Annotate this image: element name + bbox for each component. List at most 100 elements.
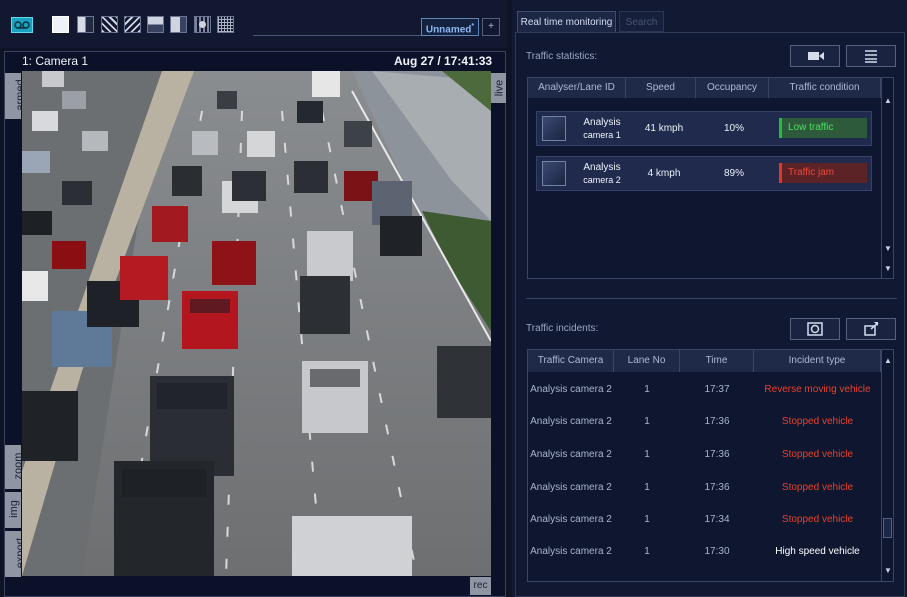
export-tab[interactable]: export (5, 531, 26, 577)
traffic-statistics-title: Traffic statistics: (526, 51, 598, 62)
snapshot-icon (807, 322, 823, 336)
img-tab-label: img (7, 500, 20, 518)
scroll-thumb[interactable] (883, 518, 892, 538)
statistics-row[interactable]: Analysis camera 1 41 kmph 10% Low traffic (536, 111, 872, 146)
analyser-name-line1: Analysis (583, 117, 621, 128)
layout-1plus7-button[interactable] (170, 16, 187, 33)
incident-row[interactable]: Analysis camera 2 1 17:36 Stopped vehicl… (528, 406, 878, 438)
video-camera-icon (808, 52, 824, 60)
incident-camera: Analysis camera 2 (530, 514, 612, 525)
incident-camera: Analysis camera 2 (530, 449, 612, 460)
export-button[interactable] (846, 318, 896, 340)
incident-camera: Analysis camera 2 (530, 416, 612, 427)
toolbar-divider (253, 35, 421, 36)
camera-title: 1: Camera 1 (22, 54, 89, 68)
layout-center-button[interactable] (194, 16, 211, 33)
incident-time: 17:36 (704, 416, 730, 427)
rec-tab[interactable]: rec (470, 577, 491, 595)
incident-lane: 1 (644, 546, 650, 557)
layout-name-tab[interactable]: Unnamed* (421, 18, 479, 36)
incident-type: Stopped vehicle (781, 449, 854, 460)
incident-camera: Analysis camera 2 (530, 482, 612, 493)
list-view-button[interactable] (846, 45, 896, 67)
section-divider (526, 298, 897, 299)
incident-lane: 1 (644, 514, 650, 525)
layout-grid-button[interactable] (217, 16, 234, 33)
traffic-incidents-title: Traffic incidents: (526, 323, 599, 334)
scroll-up-icon[interactable]: ▲ (882, 356, 894, 365)
incident-time: 17:37 (704, 384, 730, 395)
col-analyser-lane-id: Analyser/Lane ID (528, 78, 626, 98)
incident-lane: 1 (644, 384, 650, 395)
traffic-condition-badge: Traffic jam (779, 163, 867, 183)
occupancy-value: 10% (723, 123, 744, 134)
statistics-row[interactable]: Analysis camera 2 4 kmph 89% Traffic jam (536, 156, 872, 191)
layout-modified-mark: * (471, 23, 475, 30)
col-traffic-condition: Traffic condition (769, 78, 881, 98)
incident-row[interactable]: Analysis camera 2 1 17:30 High speed veh… (528, 536, 878, 568)
speed-value: 4 kmph (647, 168, 681, 179)
layout-3x3-button[interactable] (101, 16, 118, 33)
incident-time: 17:36 (704, 449, 730, 460)
tape-icon[interactable] (11, 17, 33, 33)
incident-row[interactable]: Analysis camera 2 1 17:36 Stopped vehicl… (528, 472, 878, 504)
layout-1x1-button[interactable] (52, 16, 69, 33)
live-tab-label: live (493, 79, 506, 97)
col-incident-type: Incident type (754, 350, 881, 372)
scroll-top-icon[interactable]: ▲ (882, 96, 894, 105)
col-traffic-camera: Traffic Camera (528, 350, 614, 372)
incident-type: Stopped vehicle (781, 514, 854, 525)
snapshot-button[interactable] (790, 318, 840, 340)
incident-row[interactable]: Analysis camera 2 1 17:37 Reverse moving… (528, 374, 878, 406)
tab-search[interactable]: Search (619, 11, 664, 32)
incident-row[interactable]: Analysis camera 2 1 17:34 Stopped vehicl… (528, 504, 878, 536)
occupancy-value: 89% (723, 168, 744, 179)
analyser-name-line2: camera 1 (583, 130, 621, 140)
incident-lane: 1 (644, 449, 650, 460)
tab-real-time-monitoring[interactable]: Real time monitoring (517, 11, 616, 32)
incident-row[interactable]: Analysis camera 2 1 17:36 Stopped vehicl… (528, 439, 878, 471)
incident-type: Stopped vehicle (781, 482, 854, 493)
camera-thumbnail-icon (542, 161, 566, 186)
col-lane-no: Lane No (614, 350, 680, 372)
incident-lane: 1 (644, 416, 650, 427)
layout-1plus5-button[interactable] (147, 16, 164, 33)
camera-video-feed[interactable] (22, 71, 491, 576)
scroll-bottom-icon[interactable]: ▼ (882, 264, 894, 273)
layout-name-label: Unnamed (425, 24, 472, 36)
live-tab[interactable]: live (491, 73, 506, 103)
col-occupancy: Occupancy (696, 78, 769, 98)
layout-2x2-button[interactable] (77, 16, 94, 33)
incident-type: Reverse moving vehicle (764, 384, 871, 395)
col-speed: Speed (626, 78, 696, 98)
camera-timestamp: Aug 27 / 17:41:33 (394, 54, 493, 68)
list-icon (865, 50, 877, 63)
col-time: Time (680, 350, 754, 372)
incident-time: 17:34 (704, 514, 730, 525)
incident-camera: Analysis camera 2 (530, 546, 612, 557)
layout-4x4-button[interactable] (124, 16, 141, 33)
export-icon (864, 322, 879, 336)
incident-time: 17:36 (704, 482, 730, 493)
zoom-tab[interactable]: zoom (5, 445, 24, 489)
scroll-down-icon[interactable]: ▼ (882, 244, 894, 253)
incident-type: High speed vehicle (775, 546, 860, 557)
incident-lane: 1 (644, 482, 650, 493)
incident-type: Stopped vehicle (781, 416, 854, 427)
camera-view-button[interactable] (790, 45, 840, 67)
statistics-scrollbar[interactable]: ▲ ▼ ▼ (881, 78, 893, 278)
add-layout-button[interactable]: + (482, 18, 500, 36)
camera-thumbnail-icon (542, 116, 566, 141)
incidents-scrollbar[interactable]: ▲ ▼ (881, 350, 893, 581)
scroll-down-icon[interactable]: ▼ (882, 566, 894, 575)
analyser-name: Analysis camera 2 (571, 161, 633, 187)
speed-value: 41 kmph (644, 123, 684, 134)
incident-camera: Analysis camera 2 (530, 384, 612, 395)
traffic-condition-badge: Low traffic (779, 118, 867, 138)
analyser-name-line1: Analysis (583, 162, 621, 173)
incident-time: 17:30 (704, 546, 730, 557)
img-tab[interactable]: img (5, 492, 21, 528)
armed-tab[interactable]: armed (5, 73, 27, 119)
analyser-name-line2: camera 2 (583, 175, 621, 185)
analyser-name: Analysis camera 1 (571, 116, 633, 142)
